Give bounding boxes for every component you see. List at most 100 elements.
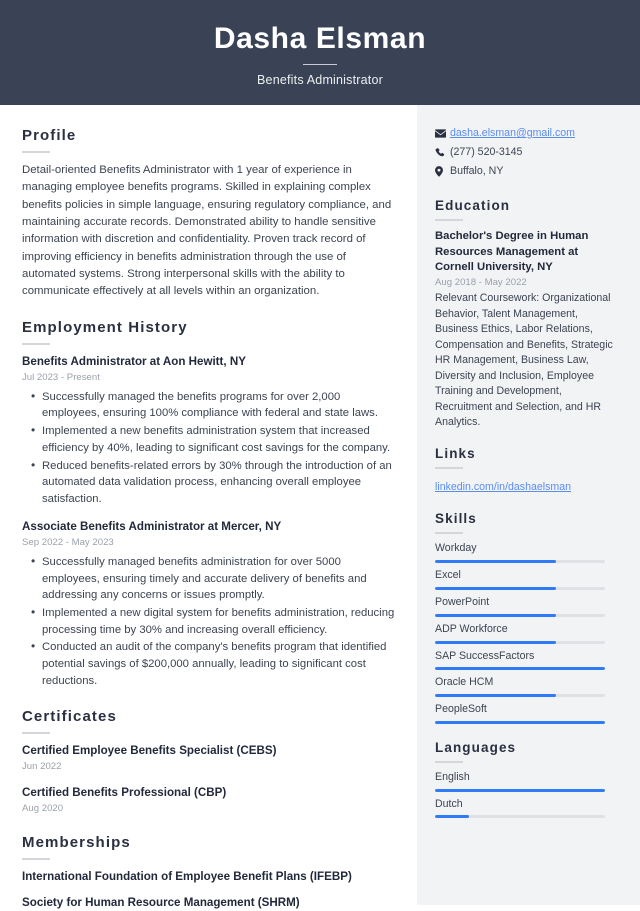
skill-bar-fill xyxy=(435,640,556,644)
employment-item: Benefits Administrator at Aon Hewitt, NY… xyxy=(22,354,395,508)
skill-bar-fill xyxy=(435,613,556,617)
heading-divider xyxy=(22,857,50,860)
section-employment-history: Employment History Benefits Administrato… xyxy=(22,319,395,690)
profile-heading: Profile xyxy=(22,127,77,144)
employment-item: Associate Benefits Administrator at Merc… xyxy=(22,519,395,690)
envelope-icon xyxy=(435,129,450,138)
heading-divider xyxy=(435,532,463,535)
skill-label: PowerPoint xyxy=(435,595,490,608)
skill-item: ADP Workforce xyxy=(435,623,620,644)
job-bullet: Successfully managed the benefits progra… xyxy=(22,388,395,422)
skill-bar-track xyxy=(435,694,605,698)
language-item: English xyxy=(435,771,620,792)
skill-bar-fill xyxy=(435,667,605,671)
section-skills: Skills Workday Excel PowerPoint ADP Work… xyxy=(435,511,620,724)
heading-divider xyxy=(435,467,463,470)
contact-phone: (277) 520-3145 xyxy=(435,146,620,160)
candidate-name: Dasha Elsman xyxy=(213,22,427,55)
languages-list: English Dutch xyxy=(435,771,620,819)
certificate-title: Certified Employee Benefits Specialist (… xyxy=(22,743,277,757)
membership-title: International Foundation of Employee Ben… xyxy=(22,869,352,883)
membership-item: International Foundation of Employee Ben… xyxy=(22,869,395,885)
heading-divider xyxy=(435,219,463,222)
skill-bar-track xyxy=(435,640,605,644)
header-divider xyxy=(303,64,337,65)
certificate-item: Certified Employee Benefits Specialist (… xyxy=(22,743,395,774)
skill-label: Workday xyxy=(435,542,477,555)
skill-item: Oracle HCM xyxy=(435,676,620,698)
skill-label: PeopleSoft xyxy=(435,703,487,716)
language-bar-track xyxy=(435,815,605,819)
contact-location: Buffalo, NY xyxy=(435,165,620,179)
membership-title: Society for Human Resource Management (S… xyxy=(22,896,300,910)
skill-bar-track xyxy=(435,720,605,724)
skill-bar-fill xyxy=(435,560,556,564)
section-memberships: Memberships International Foundation of … xyxy=(22,834,395,911)
resume-page: Dasha Elsman Benefits Administrator Prof… xyxy=(0,0,640,909)
skills-heading: Skills xyxy=(435,511,477,527)
employment-heading: Employment History xyxy=(22,318,188,336)
skill-bar-track xyxy=(435,667,605,671)
section-links: Links linkedin.com/in/dashaelsman xyxy=(435,446,620,495)
language-bar-track xyxy=(435,788,605,792)
skills-list: Workday Excel PowerPoint ADP Workforce S… xyxy=(435,542,620,724)
contact-phone-text: (277) 520-3145 xyxy=(450,145,523,158)
education-date: Aug 2018 - May 2022 xyxy=(435,277,527,289)
section-certificates: Certificates Certified Employee Benefits… xyxy=(22,708,395,816)
contact-email-text[interactable]: dasha.elsman@gmail.com xyxy=(450,127,575,141)
contact-email[interactable]: dasha.elsman@gmail.com xyxy=(435,127,620,141)
job-bullet: Conducted an audit of the company's bene… xyxy=(22,638,395,689)
skill-bar-track xyxy=(435,586,605,590)
contact-location-text: Buffalo, NY xyxy=(450,164,504,177)
job-title: Associate Benefits Administrator at Merc… xyxy=(22,519,282,533)
certificates-heading: Certificates xyxy=(22,707,117,725)
language-bar-fill xyxy=(435,788,605,792)
skill-label: Excel xyxy=(435,569,461,582)
contact-details: dasha.elsman@gmail.com (277) 520-3145 Bu… xyxy=(435,127,620,178)
job-bullet: Successfully managed benefits administra… xyxy=(22,553,395,604)
language-bar-fill xyxy=(435,815,469,819)
job-bullets: Successfully managed benefits administra… xyxy=(22,553,395,690)
skill-bar-track xyxy=(435,560,605,564)
job-bullets: Successfully managed the benefits progra… xyxy=(22,388,395,508)
certificate-date: Jun 2022 xyxy=(22,761,62,773)
skill-label: Oracle HCM xyxy=(435,676,494,689)
language-item: Dutch xyxy=(435,798,620,819)
skill-item: PowerPoint xyxy=(435,596,620,617)
language-label: Dutch xyxy=(435,797,463,810)
main-column: Profile Detail-oriented Benefits Adminis… xyxy=(0,105,417,909)
section-profile: Profile Detail-oriented Benefits Adminis… xyxy=(22,127,395,301)
links-heading: Links xyxy=(435,446,476,462)
job-bullet: Implemented a new digital system for ben… xyxy=(22,604,395,638)
membership-item: Society for Human Resource Management (S… xyxy=(22,895,395,911)
skill-bar-fill xyxy=(435,586,556,590)
education-degree: Bachelor's Degree in Human Resources Man… xyxy=(435,230,589,274)
job-date: Jul 2023 - Present xyxy=(22,372,100,384)
skill-item: PeopleSoft xyxy=(435,703,620,724)
languages-heading: Languages xyxy=(435,739,517,755)
job-date: Sep 2022 - May 2023 xyxy=(22,537,114,549)
skill-bar-fill xyxy=(435,720,605,724)
skill-bar-fill xyxy=(435,694,556,698)
phone-icon xyxy=(435,147,450,158)
section-education: Education Bachelor's Degree in Human Res… xyxy=(435,198,620,430)
sidebar-column: dasha.elsman@gmail.com (277) 520-3145 Bu… xyxy=(417,105,640,905)
candidate-job-title: Benefits Administrator xyxy=(257,73,383,87)
skill-bar-track xyxy=(435,613,605,617)
education-description: Relevant Coursework: Organizational Beha… xyxy=(435,292,613,428)
language-label: English xyxy=(435,770,470,783)
job-title: Benefits Administrator at Aon Hewitt, NY xyxy=(22,354,246,368)
memberships-heading: Memberships xyxy=(22,833,131,851)
certificate-title: Certified Benefits Professional (CBP) xyxy=(22,785,227,799)
job-bullet: Implemented a new benefits administratio… xyxy=(22,422,395,456)
profile-text: Detail-oriented Benefits Administrator w… xyxy=(22,164,392,298)
section-languages: Languages English Dutch xyxy=(435,740,620,819)
skill-item: SAP SuccessFactors xyxy=(435,650,620,671)
link-linkedin[interactable]: linkedin.com/in/dashaelsman xyxy=(435,481,571,493)
heading-divider xyxy=(22,151,50,153)
location-pin-icon xyxy=(435,166,450,177)
skill-label: SAP SuccessFactors xyxy=(435,649,535,662)
skill-label: ADP Workforce xyxy=(435,622,508,635)
certificate-date: Aug 2020 xyxy=(22,803,64,815)
heading-divider xyxy=(22,342,50,345)
